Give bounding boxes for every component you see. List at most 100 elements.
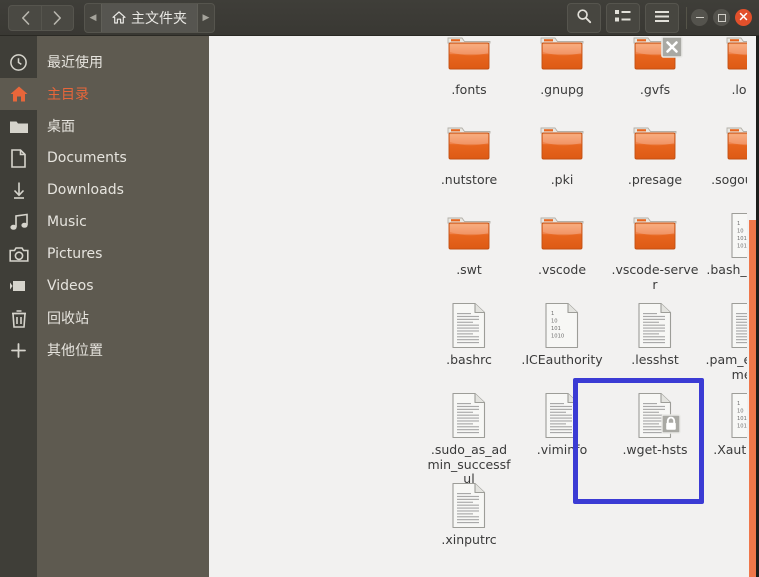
folder-icon: [538, 36, 586, 80]
file-item[interactable]: .vscode: [518, 212, 606, 278]
close-icon: [739, 12, 748, 24]
sidebar-item-label: Pictures: [47, 246, 103, 262]
music-note-icon: [0, 206, 37, 238]
svg-text:1: 1: [551, 311, 554, 317]
file-name-label: .bashrc: [446, 352, 492, 367]
sidebar-item-documents[interactable]: Documents: [0, 142, 209, 174]
file-name-label: .swt: [456, 262, 482, 277]
file-item[interactable]: .nutstore: [425, 122, 513, 188]
file-item[interactable]: .xinputrc: [425, 482, 513, 548]
breadcrumb-scroll-right-icon[interactable]: ▶: [198, 4, 214, 32]
scrollbar-thumb[interactable]: [749, 220, 756, 577]
view-toggle-button[interactable]: [606, 2, 640, 33]
sidebar-item-label: 其他位置: [47, 343, 103, 359]
file-grid[interactable]: .fonts.gnupg.gvfs.local.mozilla.nutstore…: [209, 36, 759, 577]
file-item[interactable]: .viminfo: [518, 392, 606, 458]
file-name-label: .sudo_as_admin_successful: [427, 442, 511, 486]
file-name-label: .gvfs: [639, 82, 671, 97]
file-item[interactable]: .presage: [611, 122, 699, 188]
maximize-button[interactable]: [713, 9, 730, 26]
text-file-icon: [538, 392, 586, 440]
file-name-label: .viminfo: [536, 442, 588, 457]
file-item[interactable]: 1 10 101 1010 .ICEauthority: [518, 302, 606, 368]
file-name-label: .lesshst: [631, 352, 679, 367]
sidebar: 最近使用主目录桌面 Documents Downloads Music Pictures…: [0, 36, 209, 577]
lock-emblem: [661, 414, 681, 438]
svg-text:10: 10: [737, 229, 744, 235]
folder-icon: [631, 122, 679, 170]
plus-icon: [0, 334, 37, 366]
file-name-label: .wget-hsts: [622, 442, 688, 457]
file-item[interactable]: .wget-hsts: [611, 392, 699, 458]
file-item[interactable]: .lesshst: [611, 302, 699, 368]
home-icon: [112, 11, 126, 24]
sidebar-item-label: Downloads: [47, 182, 124, 198]
file-item[interactable]: .gvfs: [611, 36, 699, 98]
camera-icon: [0, 238, 37, 270]
folder-icon: [445, 36, 493, 80]
file-name-label: .vscode-server: [611, 262, 699, 292]
file-name-label: .xinputrc: [441, 532, 497, 547]
sidebar-item-downloads[interactable]: Downloads: [0, 174, 209, 206]
list-view-icon: [615, 8, 631, 27]
file-item[interactable]: .gnupg: [518, 36, 606, 98]
minimize-button[interactable]: [691, 9, 708, 26]
file-name-label: .nutstore: [440, 172, 498, 187]
menu-button[interactable]: [645, 2, 679, 33]
forward-button[interactable]: [41, 5, 73, 30]
sidebar-item-桌面[interactable]: 桌面: [0, 110, 209, 142]
breadcrumb: ◀ 主文件夹 ▶: [84, 2, 215, 33]
unreadable-x-emblem: [661, 36, 683, 62]
sidebar-item-label: 桌面: [47, 119, 75, 135]
sidebar-item-label: Documents: [47, 150, 127, 166]
breadcrumb-scroll-left-icon[interactable]: ◀: [85, 4, 101, 32]
sidebar-item-label: Music: [47, 214, 87, 230]
file-item[interactable]: .sudo_as_admin_successful: [425, 392, 513, 487]
file-item[interactable]: .pki: [518, 122, 606, 188]
sidebar-item-pictures[interactable]: Pictures: [0, 238, 209, 270]
folder-icon: [631, 36, 683, 80]
file-name-label: .presage: [627, 172, 683, 187]
toolbar-right: [567, 2, 759, 33]
breadcrumb-item-home[interactable]: 主文件夹: [101, 3, 198, 32]
sidebar-item-回收站[interactable]: 回收站: [0, 302, 209, 334]
text-file-icon: [445, 392, 493, 440]
sidebar-item-最近使用[interactable]: 最近使用: [0, 46, 209, 78]
hamburger-menu-icon: [654, 8, 670, 27]
video-camera-icon: [0, 270, 37, 302]
svg-text:1: 1: [737, 401, 740, 407]
home-icon: [0, 78, 37, 110]
file-manager-window: ◀ 主文件夹 ▶ 最近使用 主目录 桌面 Documents Downloads…: [0, 0, 759, 577]
binary-file-icon: 1 10 101 1010: [538, 302, 586, 350]
text-file-icon: [445, 482, 493, 530]
text-file-icon: [445, 302, 493, 350]
file-name-label: .vscode: [537, 262, 587, 277]
file-name-label: .gnupg: [540, 82, 584, 97]
file-item[interactable]: .vscode-server: [611, 212, 699, 292]
text-file-icon: [631, 302, 679, 350]
close-button[interactable]: [735, 9, 752, 26]
svg-text:1: 1: [737, 221, 740, 227]
sidebar-item-videos[interactable]: Videos: [0, 270, 209, 302]
file-name-label: .fonts: [451, 82, 487, 97]
folder-icon: [0, 110, 37, 142]
sidebar-item-其他位置[interactable]: 其他位置: [0, 334, 209, 366]
sidebar-item-label: 回收站: [47, 311, 89, 327]
svg-text:10: 10: [551, 319, 558, 325]
file-item[interactable]: .fonts: [425, 36, 513, 98]
svg-text:101: 101: [737, 236, 747, 242]
search-button[interactable]: [567, 2, 601, 33]
back-button[interactable]: [9, 6, 41, 30]
sidebar-item-主目录[interactable]: 主目录: [0, 78, 209, 110]
maximize-icon: [717, 13, 726, 22]
sidebar-item-label: 主目录: [47, 87, 89, 103]
folder-icon: [631, 212, 679, 260]
file-item[interactable]: .bashrc: [425, 302, 513, 368]
file-name-label: .pki: [550, 172, 574, 187]
document-icon: [0, 142, 37, 174]
breadcrumb-current-label: 主文件夹: [131, 10, 187, 27]
sidebar-item-music[interactable]: Music: [0, 206, 209, 238]
toolbar-separator: [686, 6, 687, 29]
sidebar-item-label: Videos: [47, 278, 94, 294]
file-item[interactable]: .swt: [425, 212, 513, 278]
